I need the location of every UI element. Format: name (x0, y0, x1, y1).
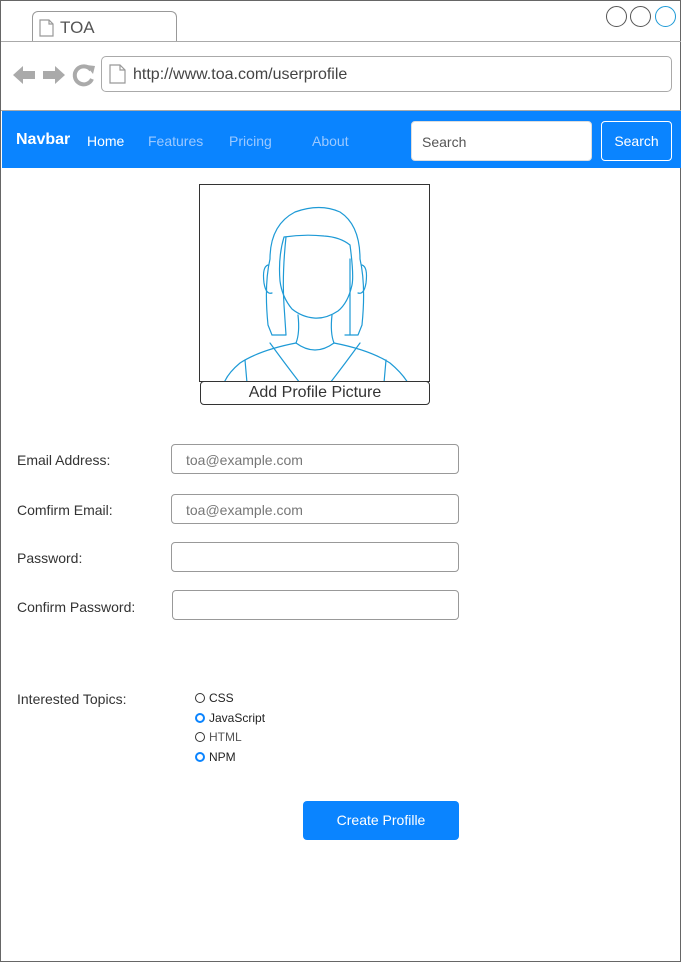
add-profile-picture-button[interactable]: Add Profile Picture (200, 381, 430, 405)
navbar: Navbar Home Features Pricing About Searc… (2, 111, 681, 168)
browser-tab[interactable]: TOA (32, 11, 177, 42)
email-label: Email Address: (17, 452, 111, 468)
search-placeholder: Search (422, 134, 467, 150)
browser-window: TOA http://www.toa.com/userprofile Navba… (0, 0, 681, 962)
create-profile-button[interactable]: Create Profille (303, 801, 459, 840)
page-icon (39, 19, 54, 37)
tab-title: TOA (60, 18, 95, 37)
page-icon (109, 64, 126, 84)
topics-label: Interested Topics: (17, 691, 127, 707)
forward-arrow-icon[interactable] (41, 62, 67, 88)
navbar-brand[interactable]: Navbar (16, 131, 70, 149)
nav-link-home[interactable]: Home (87, 133, 124, 149)
email-placeholder: toa@example.com (186, 452, 303, 468)
nav-link-features[interactable]: Features (148, 133, 203, 149)
password-field[interactable] (171, 542, 459, 572)
radio-button[interactable] (195, 732, 205, 742)
topic-label: HTML (209, 730, 242, 744)
topic-label: CSS (209, 691, 234, 705)
radio-button-checked[interactable] (195, 713, 205, 723)
confirm-password-label: Confirm Password: (17, 599, 136, 615)
navbar-search-button[interactable]: Search (601, 121, 672, 161)
confirm-email-placeholder: toa@example.com (186, 502, 303, 518)
address-bar[interactable]: http://www.toa.com/userprofile (101, 56, 672, 92)
confirm-password-field[interactable] (172, 590, 459, 620)
navbar-search-input[interactable]: Search (411, 121, 592, 161)
maximize-button[interactable] (630, 6, 651, 27)
profile-picture-placeholder (199, 184, 430, 382)
refresh-icon[interactable] (71, 62, 97, 88)
confirm-email-field[interactable]: toa@example.com (171, 494, 459, 524)
user-avatar-icon (224, 206, 408, 381)
close-button[interactable] (655, 6, 676, 27)
nav-link-about[interactable]: About (312, 133, 349, 149)
password-label: Password: (17, 550, 83, 566)
nav-link-pricing[interactable]: Pricing (229, 133, 272, 149)
url-text: http://www.toa.com/userprofile (133, 66, 348, 83)
topic-label: NPM (209, 750, 236, 764)
back-arrow-icon[interactable] (11, 62, 37, 88)
email-field[interactable]: toa@example.com (171, 444, 459, 474)
radio-button[interactable] (195, 693, 205, 703)
tab-divider (1, 41, 681, 42)
radio-button-checked[interactable] (195, 752, 205, 762)
minimize-button[interactable] (606, 6, 627, 27)
topic-label: JavaScript (209, 711, 266, 725)
confirm-email-label: Comfirm Email: (17, 502, 113, 518)
